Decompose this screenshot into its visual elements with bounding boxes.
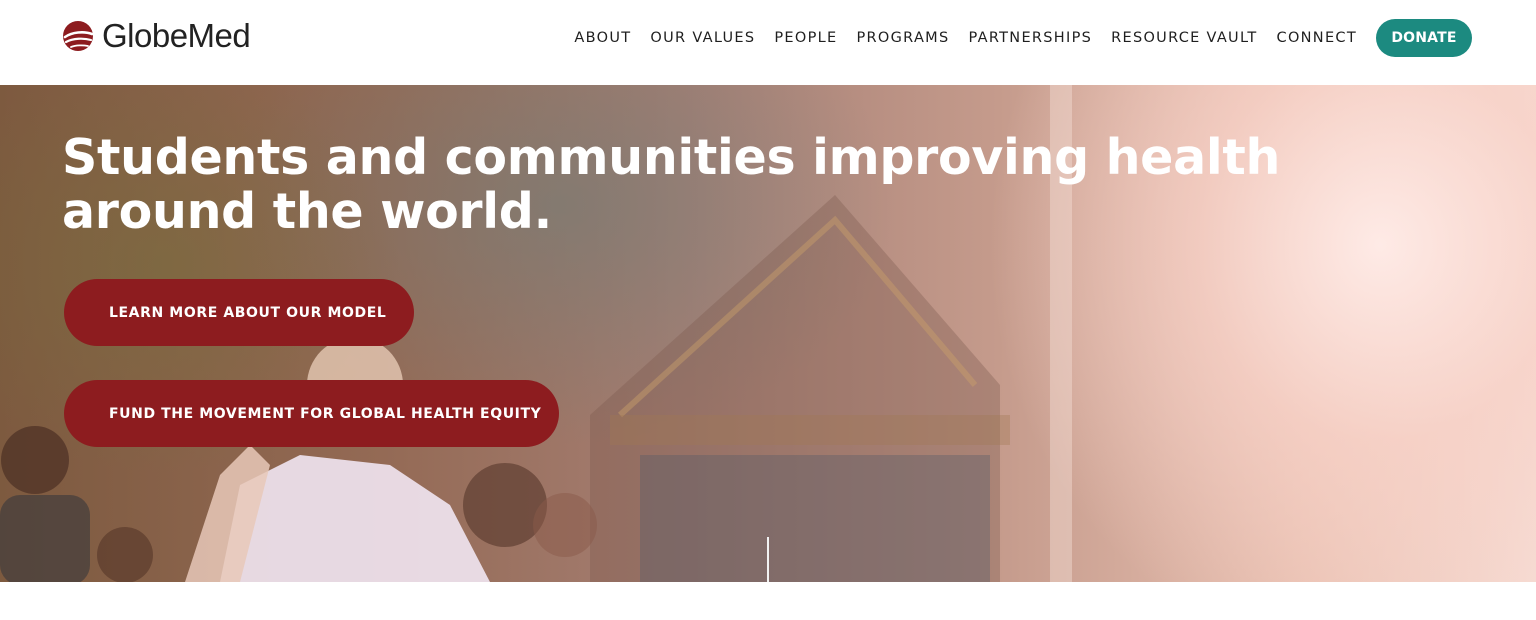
- learn-more-button[interactable]: LEARN MORE ABOUT OUR MODEL: [64, 279, 414, 346]
- hero-title: Students and communities improving healt…: [62, 129, 1281, 240]
- main-nav: ABOUT OUR VALUES PEOPLE PROGRAMS PARTNER…: [574, 19, 1472, 57]
- nav-resource-vault[interactable]: RESOURCE VAULT: [1111, 30, 1257, 46]
- nav-programs[interactable]: PROGRAMS: [856, 30, 949, 46]
- scroll-indicator: [767, 537, 769, 582]
- nav-about[interactable]: ABOUT: [574, 30, 631, 46]
- nav-people[interactable]: PEOPLE: [774, 30, 837, 46]
- donate-button[interactable]: DONATE: [1376, 19, 1472, 57]
- home-logo-link[interactable]: GlobeMed: [62, 16, 251, 56]
- hero-banner: Students and communities improving healt…: [0, 85, 1536, 582]
- nav-partnerships[interactable]: PARTNERSHIPS: [968, 30, 1092, 46]
- nav-our-values[interactable]: OUR VALUES: [650, 30, 755, 46]
- nav-connect[interactable]: CONNECT: [1277, 30, 1357, 46]
- fund-movement-button[interactable]: FUND THE MOVEMENT FOR GLOBAL HEALTH EQUI…: [64, 380, 559, 447]
- site-header: GlobeMed ABOUT OUR VALUES PEOPLE PROGRAM…: [0, 0, 1536, 85]
- logo-wordmark: GlobeMed: [102, 17, 251, 54]
- globe-logo-icon: [63, 21, 94, 51]
